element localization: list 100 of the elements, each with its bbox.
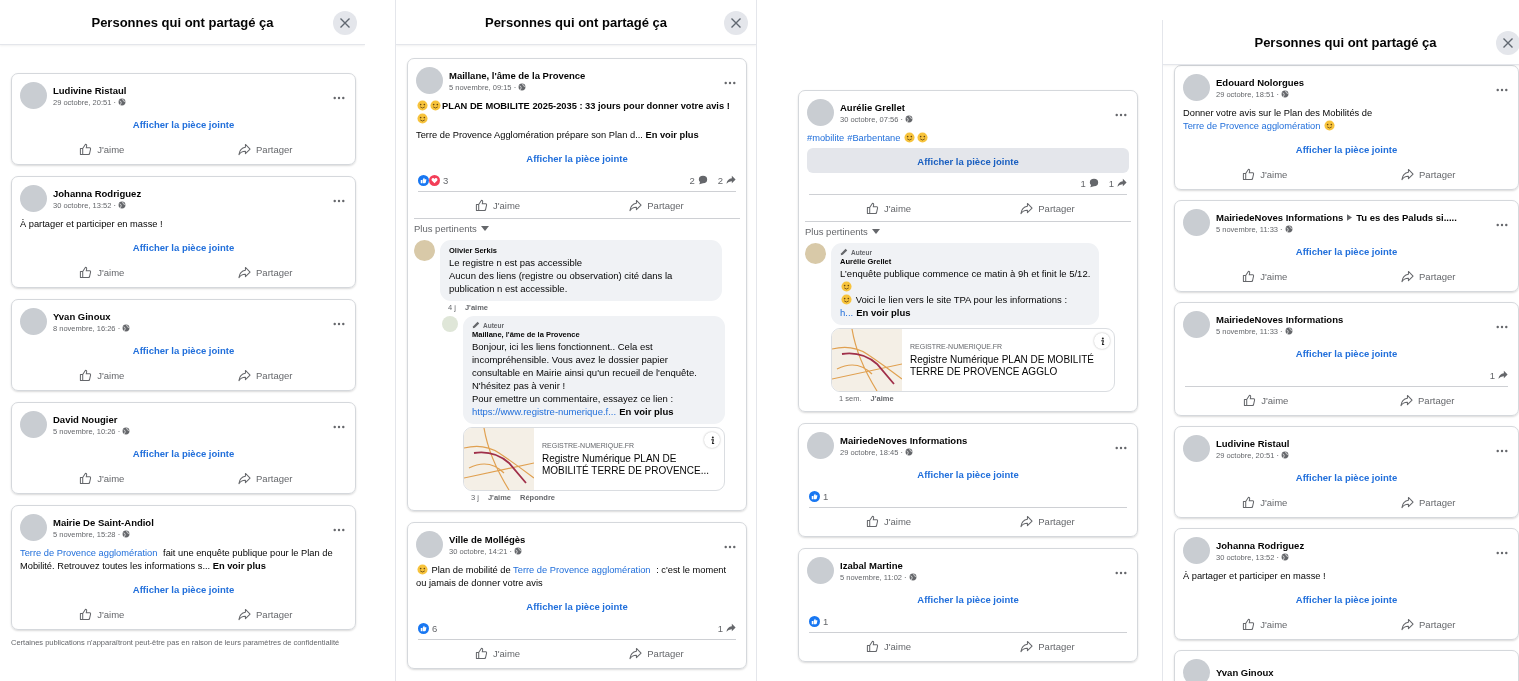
author-name[interactable]: Izabal Martine — [840, 559, 903, 571]
share-button[interactable]: Partager — [1346, 491, 1510, 513]
reaction-count[interactable]: 1 — [823, 490, 829, 502]
comment-sort-dropdown[interactable]: Plus pertinents — [414, 223, 477, 234]
link[interactable]: Terre de Provence agglomération — [20, 548, 158, 558]
author-name[interactable]: Yvan Ginoux — [53, 310, 111, 322]
share-button[interactable]: Partager — [1346, 389, 1508, 411]
reaction-count[interactable]: 3 — [443, 174, 449, 186]
view-attachment-link[interactable]: Afficher la pièce jointe — [1183, 586, 1510, 611]
author-name[interactable]: Maillane, l'âme de la Provence — [449, 69, 586, 81]
link[interactable]: #Barbentane — [847, 133, 901, 143]
author-name[interactable]: Ludivine Ristaul — [1216, 437, 1290, 449]
group-name[interactable]: Tu es des Paluds si..... — [1356, 211, 1457, 223]
like-button[interactable]: J'aime — [1185, 389, 1347, 411]
comment-icon — [697, 175, 708, 185]
share-button[interactable]: Partager — [577, 194, 736, 216]
view-attachment-link[interactable]: Afficher la pièce jointe — [20, 234, 347, 259]
author-name[interactable]: Mairie De Saint-Andiol — [53, 516, 154, 528]
close-icon — [730, 17, 742, 29]
view-attachment-link[interactable]: Afficher la pièce jointe — [20, 337, 347, 362]
comment-text: L’enquête publique commence ce matin à 9h et finit le 5/12. — [840, 267, 1091, 280]
like-button[interactable]: J'aime — [1183, 613, 1347, 635]
view-attachment-link[interactable]: Afficher la pièce jointe — [1183, 238, 1510, 263]
author-name[interactable]: Aurélie Grellet — [840, 101, 905, 113]
like-button[interactable]: J'aime — [20, 467, 184, 489]
like-button[interactable]: J'aime — [1183, 265, 1347, 287]
share-button[interactable]: Partager — [1346, 613, 1510, 635]
author-name[interactable]: MairiedeNoves Informations — [1216, 211, 1344, 223]
comment-text: Bonjour, ici les liens fonctionnent.. Cela est incompréhensible. Vous avez le dossier papier consultable en Mairie ainsi qu'un recueil de l'enquête. — [472, 340, 698, 379]
share-button[interactable]: Partager — [183, 467, 347, 489]
author-name[interactable]: Ludivine Ristaul — [53, 84, 127, 96]
author-name[interactable]: MairiedeNoves Informations — [840, 434, 968, 446]
like-button[interactable]: J'aime — [809, 635, 968, 657]
share-arrow-icon — [238, 142, 252, 156]
share-count[interactable]: 1 — [717, 622, 723, 634]
see-more-link[interactable]: En voir plus — [645, 130, 699, 140]
view-attachment-link[interactable]: Afficher la pièce jointe — [807, 461, 1129, 486]
link[interactable]: h... — [840, 307, 854, 318]
like-button[interactable]: J'aime — [1183, 491, 1347, 513]
link[interactable]: #mobilite — [807, 133, 845, 143]
see-more-link[interactable]: En voir plus — [619, 406, 674, 417]
view-attachment-link[interactable]: Afficher la pièce jointe — [1183, 464, 1510, 489]
author-name[interactable]: Ville de Mollégès — [449, 533, 526, 545]
view-attachment-link[interactable]: Afficher la pièce jointe — [416, 593, 738, 618]
author-name[interactable]: Johanna Rodriguez — [53, 187, 142, 199]
thumbs-up-icon — [1242, 617, 1256, 631]
like-button[interactable]: J'aime — [418, 642, 577, 664]
like-button[interactable]: J'aime — [20, 138, 184, 160]
info-icon[interactable] — [1094, 333, 1110, 349]
author-name[interactable]: Johanna Rodriguez — [1216, 539, 1305, 551]
link[interactable]: Terre de Provence agglomération — [513, 565, 651, 575]
share-button[interactable]: Partager — [577, 642, 736, 664]
like-button[interactable]: J'aime — [20, 364, 184, 386]
comment-sort-dropdown[interactable]: Plus pertinents — [805, 226, 868, 237]
share-count[interactable]: 1 — [1489, 369, 1495, 381]
like-button[interactable]: J'aime — [809, 510, 968, 532]
thumbs-up-icon — [79, 471, 93, 485]
view-attachment-link[interactable]: Afficher la pièce jointe — [807, 148, 1129, 173]
comment-count[interactable]: 2 — [689, 174, 695, 186]
close-button[interactable] — [333, 11, 357, 35]
like-button[interactable]: J'aime — [1183, 163, 1347, 185]
view-attachment-link[interactable]: Afficher la pièce jointe — [807, 586, 1129, 611]
see-more-link[interactable]: En voir plus — [212, 561, 266, 571]
view-attachment-link[interactable]: Afficher la pièce jointe — [20, 576, 347, 601]
like-button[interactable]: J'aime — [809, 197, 968, 219]
like-button[interactable]: J'aime — [418, 194, 577, 216]
view-attachment-link[interactable]: Afficher la pièce jointe — [1183, 340, 1510, 365]
share-button[interactable]: Partager — [968, 635, 1127, 657]
author-name[interactable]: Edouard Nolorgues — [1216, 76, 1305, 88]
share-button[interactable]: Partager — [183, 603, 347, 625]
link[interactable]: Terre de Provence agglomération — [1183, 121, 1321, 131]
comment-count[interactable]: 1 — [1080, 177, 1086, 189]
author-name[interactable]: Yvan Ginoux — [1216, 667, 1274, 678]
share-button[interactable]: Partager — [183, 261, 347, 283]
close-button[interactable] — [724, 11, 748, 35]
share-button[interactable]: Partager — [1346, 265, 1510, 287]
share-button[interactable]: Partager — [183, 138, 347, 160]
reaction-count[interactable]: 6 — [432, 622, 438, 634]
author-name[interactable]: MairiedeNoves Informations — [1216, 313, 1344, 325]
view-attachment-link[interactable]: Afficher la pièce jointe — [20, 111, 347, 136]
share-button[interactable]: Partager — [1346, 163, 1510, 185]
view-attachment-link[interactable]: Afficher la pièce jointe — [416, 145, 738, 170]
share-count[interactable]: 1 — [1108, 177, 1114, 189]
like-button[interactable]: J'aime — [20, 261, 184, 283]
share-arrow-icon — [1020, 639, 1034, 653]
info-icon[interactable] — [704, 432, 721, 448]
see-more-link[interactable]: En voir plus — [856, 307, 911, 318]
share-button[interactable]: Partager — [968, 197, 1127, 219]
share-count[interactable]: 2 — [717, 174, 723, 186]
view-attachment-link[interactable]: Afficher la pièce jointe — [20, 440, 347, 465]
link[interactable]: https://www.registre-numerique.f... — [472, 406, 617, 417]
globe-icon — [117, 201, 126, 209]
like-button[interactable]: J'aime — [20, 603, 184, 625]
close-button[interactable] — [1496, 31, 1519, 55]
share-button[interactable]: Partager — [968, 510, 1127, 532]
share-button[interactable]: Partager — [183, 364, 347, 386]
reaction-count[interactable]: 1 — [823, 615, 829, 627]
more-icon — [1115, 446, 1127, 450]
author-name[interactable]: David Nougier — [53, 413, 118, 425]
view-attachment-link[interactable]: Afficher la pièce jointe — [1183, 136, 1510, 161]
